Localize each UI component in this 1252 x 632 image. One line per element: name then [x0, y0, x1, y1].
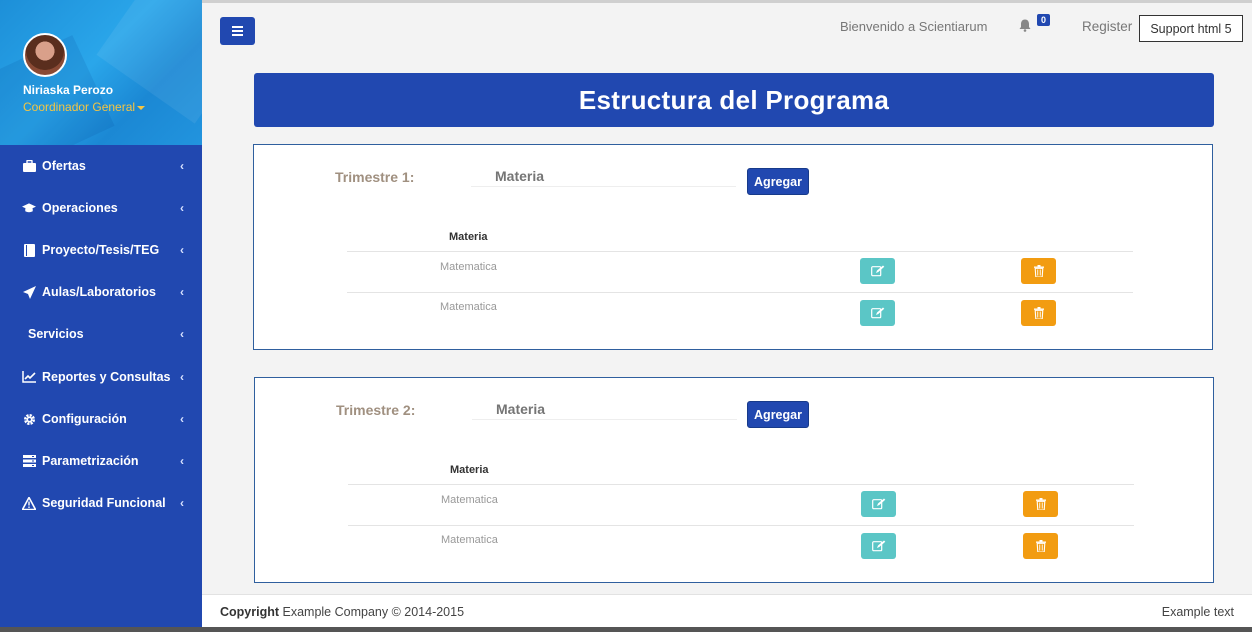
gear-icon [22, 412, 36, 426]
sidebar-item-label: Proyecto/Tesis/TEG [42, 243, 160, 257]
sidebar-item-label: Operaciones [42, 201, 118, 215]
caret-down-icon [137, 105, 146, 110]
paper-plane-icon [22, 285, 36, 299]
sidebar-item-label: Ofertas [42, 159, 86, 173]
materia-input[interactable] [472, 398, 737, 420]
trimestre-label: Trimestre 2: [336, 402, 416, 418]
copyright-text: Copyright Example Company © 2014-2015 [220, 605, 464, 619]
notification-badge: 0 [1037, 14, 1051, 26]
edit-icon [871, 498, 885, 510]
sidebar-item-seguridad[interactable]: Seguridad Funcional ‹ [0, 482, 202, 524]
sidebar-item-label: Aulas/Laboratorios [42, 285, 156, 299]
chevron-left-icon: ‹ [180, 412, 184, 426]
edit-button[interactable] [861, 533, 896, 559]
trash-icon [1033, 307, 1044, 319]
sidebar-item-configuracion[interactable]: Configuración ‹ [0, 398, 202, 440]
window-bottom-edge [0, 627, 1252, 632]
sidebar: Niriaska Perozo Coordinador General Ofer… [0, 0, 202, 632]
graduation-cap-icon [22, 201, 36, 215]
chevron-left-icon: ‹ [180, 285, 184, 299]
table-cell-materia: Matematica [440, 261, 497, 273]
agregar-button[interactable]: Agregar [747, 401, 809, 428]
sidebar-item-reportes[interactable]: Reportes y Consultas ‹ [0, 356, 202, 398]
topbar: Bienvenido a Scientiarum 0 Register Supp… [202, 0, 1252, 50]
profile-panel: Niriaska Perozo Coordinador General [0, 0, 202, 145]
edit-icon [871, 540, 885, 552]
welcome-text: Bienvenido a Scientiarum [840, 19, 988, 34]
edit-icon [870, 265, 884, 277]
trimestre-label: Trimestre 1: [335, 169, 415, 185]
server-icon [22, 454, 36, 468]
chevron-left-icon: ‹ [180, 159, 184, 173]
sidebar-item-parametrizacion[interactable]: Parametrización ‹ [0, 440, 202, 482]
trash-icon [1033, 265, 1044, 277]
warning-icon [22, 496, 36, 510]
delete-button[interactable] [1021, 258, 1056, 284]
delete-button[interactable] [1021, 300, 1056, 326]
briefcase-icon [22, 159, 36, 173]
sidebar-item-aulas[interactable]: Aulas/Laboratorios ‹ [0, 271, 202, 313]
profile-role-dropdown[interactable]: Coordinador General [23, 100, 146, 114]
table-cell-materia: Matematica [440, 301, 497, 313]
sidebar-toggle-button[interactable] [220, 17, 255, 45]
trimestre-panel: Trimestre 2: Agregar Materia Matematica … [254, 377, 1214, 583]
register-link[interactable]: Register [1082, 19, 1132, 34]
hamburger-icon [232, 26, 243, 28]
table-cell-materia: Matematica [441, 534, 498, 546]
edit-icon [870, 307, 884, 319]
column-header-materia: Materia [449, 231, 488, 243]
trash-icon [1035, 498, 1046, 510]
row-divider [347, 292, 1133, 293]
profile-role-label: Coordinador General [23, 100, 136, 114]
sidebar-item-label: Parametrización [42, 454, 139, 468]
sidebar-item-proyecto[interactable]: Proyecto/Tesis/TEG ‹ [0, 229, 202, 271]
chevron-left-icon: ‹ [180, 327, 184, 341]
row-divider [348, 525, 1134, 526]
column-header-materia: Materia [450, 464, 489, 476]
edit-button[interactable] [860, 300, 895, 326]
chevron-left-icon: ‹ [180, 454, 184, 468]
chevron-left-icon: ‹ [180, 243, 184, 257]
chevron-left-icon: ‹ [180, 370, 184, 384]
sidebar-item-operaciones[interactable]: Operaciones ‹ [0, 187, 202, 229]
copyright-company: Example Company © 2014-2015 [279, 605, 465, 619]
chevron-left-icon: ‹ [180, 496, 184, 510]
profile-name: Niriaska Perozo [23, 83, 114, 97]
support-button[interactable]: Support html 5 [1139, 15, 1243, 42]
bell-icon[interactable] [1019, 19, 1033, 33]
avatar[interactable] [23, 33, 67, 77]
edit-button[interactable] [860, 258, 895, 284]
page-title: Estructura del Programa [254, 73, 1214, 127]
trash-icon [1035, 540, 1046, 552]
sidebar-item-label: Configuración [42, 412, 127, 426]
sidebar-item-label: Reportes y Consultas [42, 370, 171, 384]
sidebar-item-label: Servicios [28, 327, 84, 341]
sidebar-item-ofertas[interactable]: Ofertas ‹ [0, 145, 202, 187]
delete-button[interactable] [1023, 533, 1058, 559]
footer-right-text: Example text [1161, 605, 1234, 619]
book-icon [22, 243, 36, 257]
delete-button[interactable] [1023, 491, 1058, 517]
row-divider [348, 484, 1134, 485]
copyright-label: Copyright [220, 605, 280, 619]
trimestre-panel: Trimestre 1: Agregar Materia Matematica … [253, 144, 1213, 350]
sidebar-item-servicios[interactable]: Servicios ‹ [0, 313, 202, 355]
agregar-button[interactable]: Agregar [747, 168, 809, 195]
row-divider [347, 251, 1133, 252]
line-chart-icon [22, 370, 36, 384]
materia-input[interactable] [471, 165, 736, 187]
table-cell-materia: Matematica [441, 494, 498, 506]
chevron-left-icon: ‹ [180, 201, 184, 215]
sidebar-item-label: Seguridad Funcional [42, 496, 166, 510]
edit-button[interactable] [861, 491, 896, 517]
